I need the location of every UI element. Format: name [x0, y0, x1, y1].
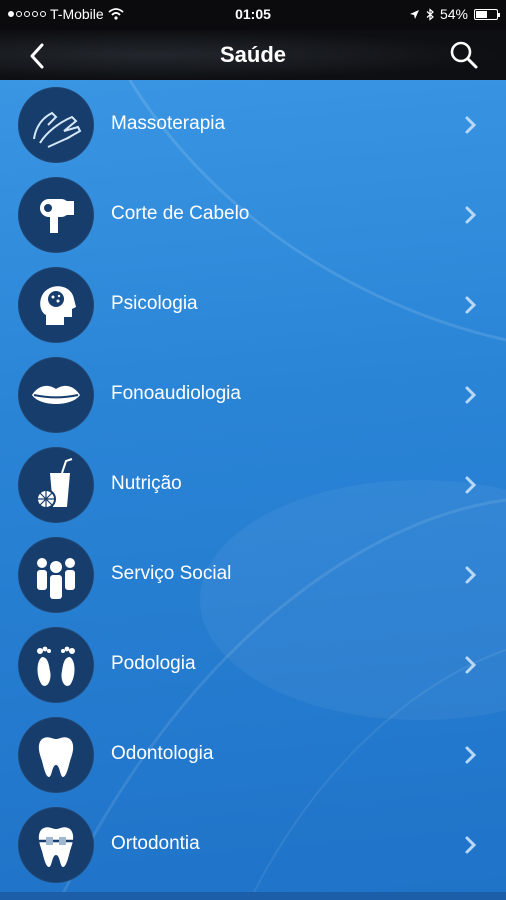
people-group-icon	[18, 537, 94, 613]
chevron-right-icon	[465, 746, 477, 764]
item-label: Odontologia	[111, 743, 214, 764]
chevron-right-icon	[465, 836, 477, 854]
item-label: Massoterapia	[111, 113, 226, 134]
item-label: Corte de Cabelo	[111, 203, 250, 224]
tooth-icon	[18, 717, 94, 793]
list-item-ortodontia[interactable]: Ortodontia	[0, 800, 506, 890]
list-item-massoterapia[interactable]: Massoterapia	[0, 80, 506, 170]
hair-dryer-icon	[18, 177, 94, 253]
juice-glass-icon	[18, 447, 94, 523]
page-title: Saúde	[219, 42, 287, 67]
item-label: Psicologia	[111, 293, 198, 314]
chevron-right-icon	[465, 566, 477, 584]
bluetooth-icon	[426, 7, 434, 21]
head-profile-icon	[18, 267, 94, 343]
hands-icon	[18, 87, 94, 163]
bottom-edge	[0, 892, 506, 900]
list-item-nutricao[interactable]: Nutrição	[0, 440, 506, 530]
battery-percent: 54%	[439, 6, 468, 22]
item-label: Nutrição	[111, 473, 182, 494]
item-label: Ortodontia	[111, 833, 200, 854]
navigation-bar: Saúde	[0, 30, 506, 80]
location-arrow-icon	[409, 9, 419, 19]
braces-icon	[18, 807, 94, 883]
chevron-right-icon	[465, 656, 477, 674]
list-item-podologia[interactable]: Podologia	[0, 620, 506, 710]
chevron-right-icon	[465, 386, 477, 404]
status-bar: T-Mobile 01:05 54%	[0, 0, 506, 30]
item-label: Serviço Social	[111, 563, 232, 584]
lips-icon	[18, 357, 94, 433]
chevron-right-icon	[465, 476, 477, 494]
feet-icon	[18, 627, 94, 703]
list-item-fonoaudiologia[interactable]: Fonoaudiologia	[0, 350, 506, 440]
chevron-right-icon	[465, 206, 477, 224]
battery-icon	[474, 8, 500, 20]
search-icon[interactable]	[448, 39, 480, 71]
status-right: 54%	[409, 6, 500, 22]
list-item-servico-social[interactable]: Serviço Social	[0, 530, 506, 620]
list-item-corte-de-cabelo[interactable]: Corte de Cabelo	[0, 170, 506, 260]
list-item-odontologia[interactable]: Odontologia	[0, 710, 506, 800]
item-label: Fonoaudiologia	[111, 383, 241, 404]
chevron-right-icon	[465, 296, 477, 314]
item-label: Podologia	[111, 653, 196, 674]
list-item-psicologia[interactable]: Psicologia	[0, 260, 506, 350]
chevron-right-icon	[465, 116, 477, 134]
